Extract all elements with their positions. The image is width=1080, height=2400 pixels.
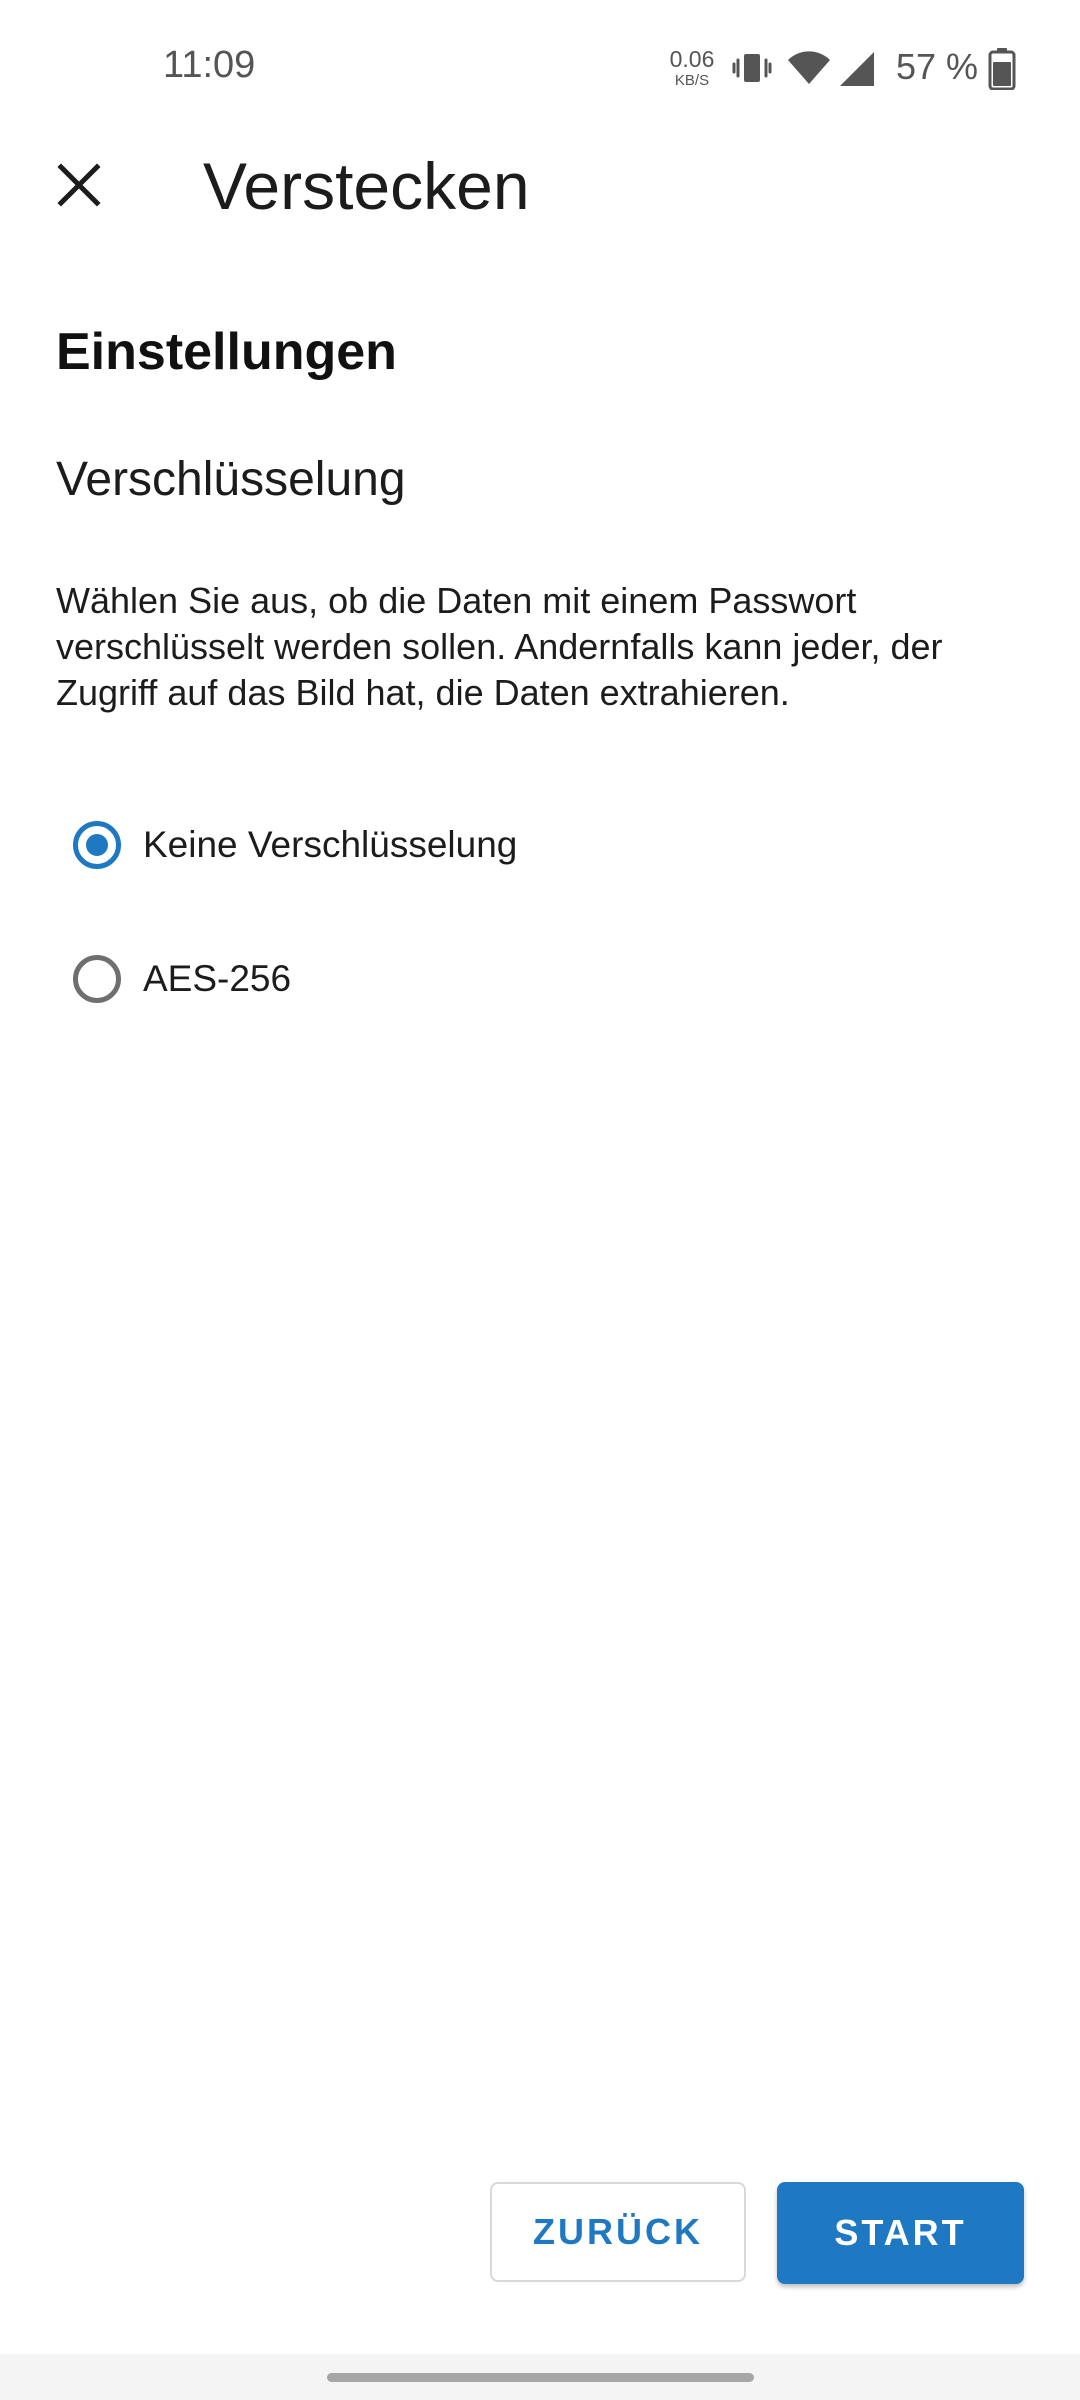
screen: 11:09 0.06 KB/S 57 % Verstecken Einstell…: [0, 0, 1080, 2400]
status-time: 11:09: [163, 44, 256, 86]
section-title: Einstellungen: [56, 323, 397, 381]
close-icon: [57, 163, 101, 207]
close-button[interactable]: [40, 146, 118, 224]
back-button[interactable]: ZURÜCK: [490, 2182, 746, 2282]
signal-icon: [840, 52, 874, 86]
radio-option-aes-256[interactable]: AES-256: [56, 924, 1016, 1034]
battery-percent: 57 %: [896, 46, 979, 87]
encryption-subtitle: Verschlüsselung: [56, 453, 406, 506]
status-bar: 11:09 0.06 KB/S 57 %: [0, 0, 1080, 136]
vibrate-icon: [732, 54, 772, 82]
radio-label: Keine Verschlüsselung: [143, 824, 518, 865]
navigation-bar: [0, 2354, 1080, 2400]
encryption-description: Wählen Sie aus, ob die Daten mit einem P…: [56, 580, 943, 713]
radio-button-unchecked[interactable]: [73, 955, 121, 1003]
radio-label: AES-256: [143, 958, 292, 999]
page-title: Verstecken: [203, 149, 530, 223]
app-bar: Verstecken: [0, 136, 1080, 236]
wifi-icon: [788, 51, 830, 84]
network-speed-unit: KB/S: [674, 72, 710, 89]
radio-option-no-encryption[interactable]: Keine Verschlüsselung: [56, 790, 1016, 900]
radio-button-checked[interactable]: [73, 821, 121, 869]
start-button[interactable]: START: [777, 2182, 1024, 2284]
battery-icon: [988, 48, 1016, 90]
gesture-handle[interactable]: [327, 2373, 754, 2382]
network-speed-value: 0.06: [669, 46, 715, 72]
network-speed: 0.06 KB/S: [666, 46, 718, 89]
